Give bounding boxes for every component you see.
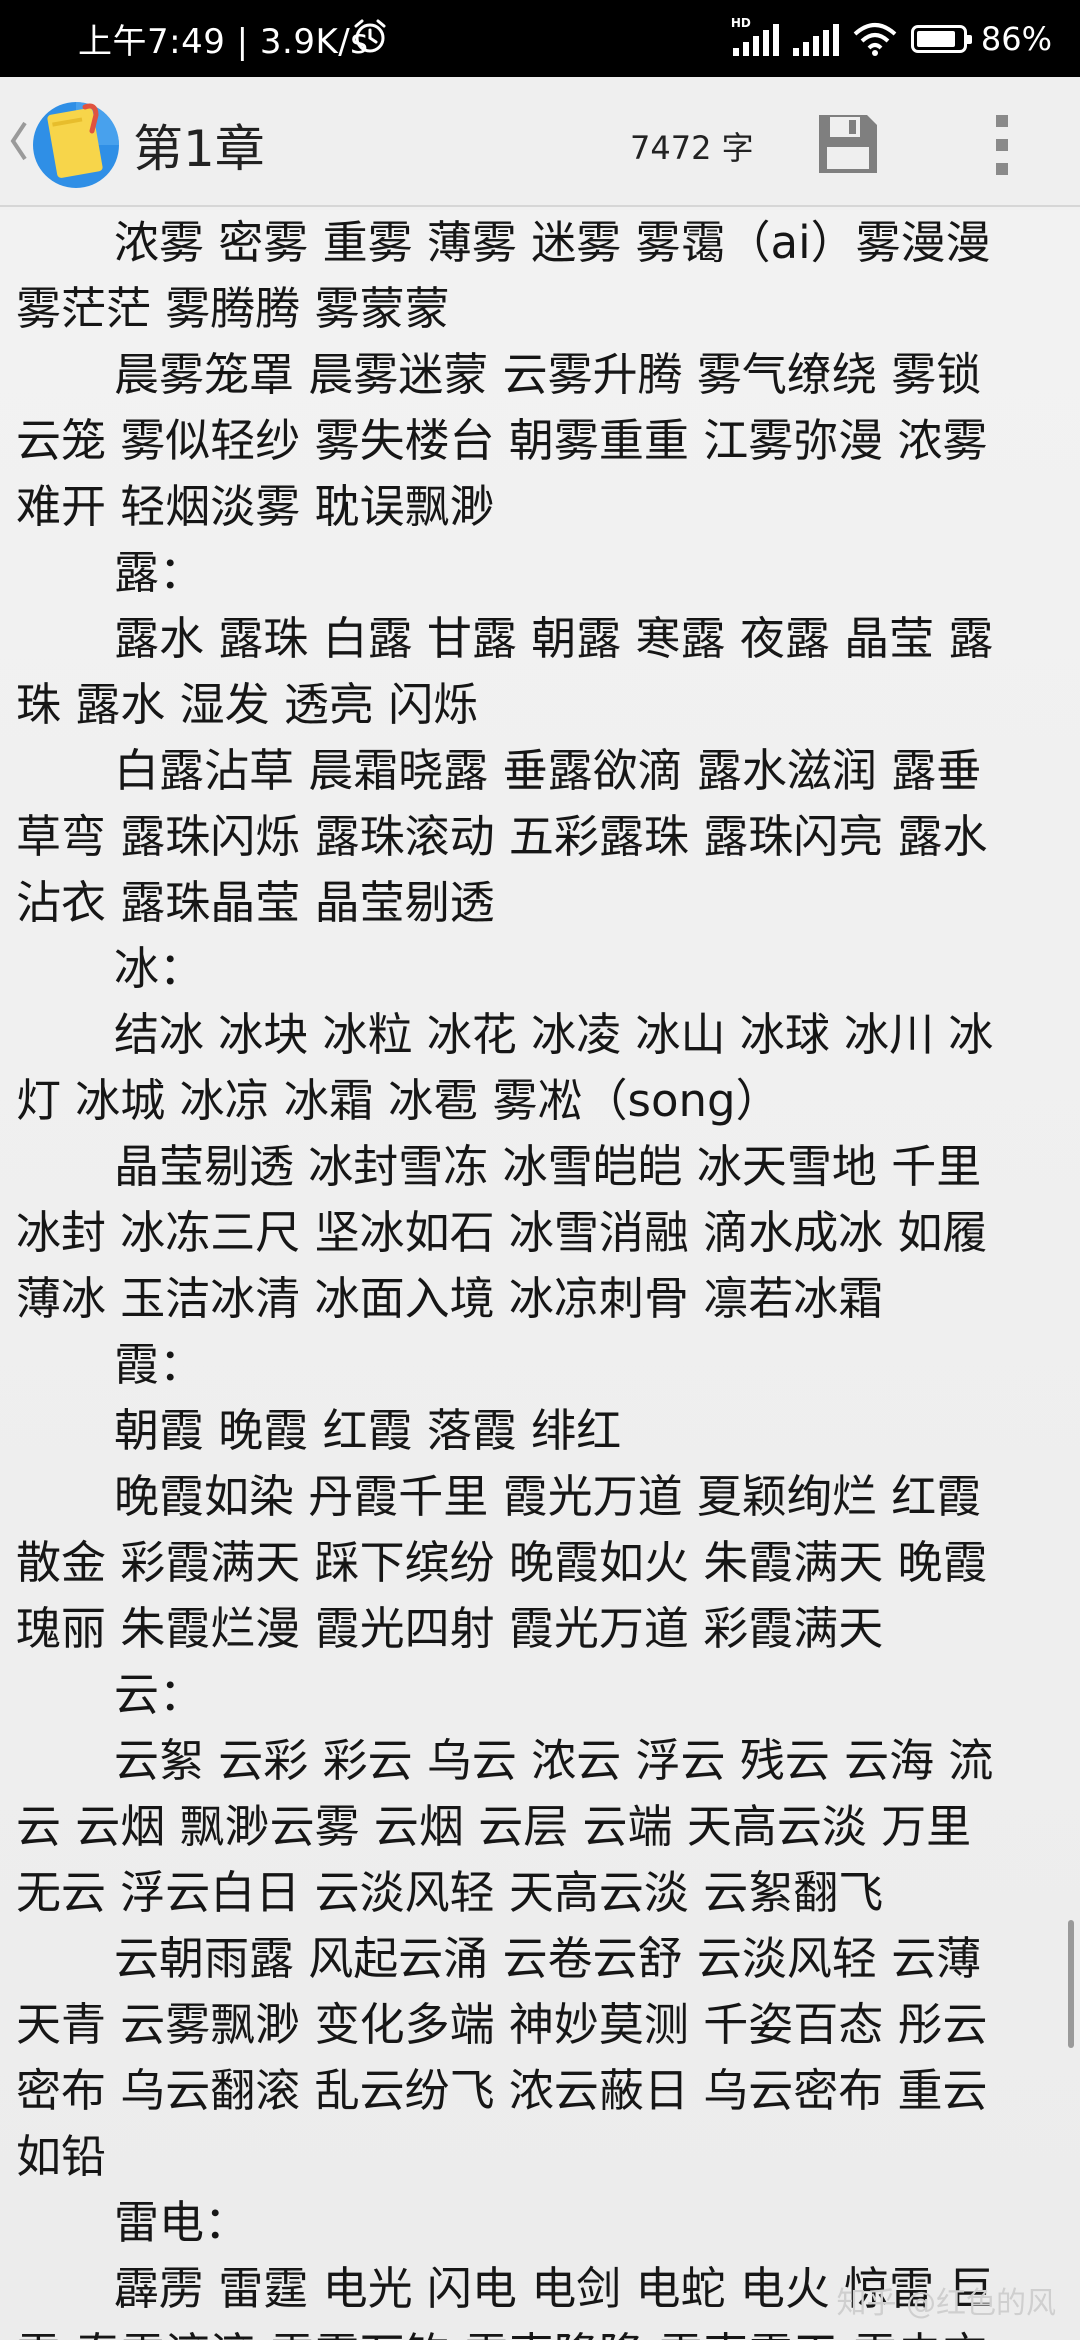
text-line: 露： bbox=[114, 546, 205, 599]
more-vertical-icon[interactable] bbox=[990, 113, 1014, 177]
battery-fill bbox=[916, 31, 955, 47]
text-line: 珠 露水 湿发 透亮 闪烁 bbox=[16, 678, 479, 731]
save-icon[interactable] bbox=[815, 111, 881, 177]
app-toolbar: 第1章 7472 字 bbox=[0, 77, 1080, 207]
text-line: 白露沾草 晨霜晓露 垂露欲滴 露水滋润 露垂 bbox=[114, 744, 982, 797]
text-line: 冰： bbox=[114, 942, 205, 995]
text-line: 冰封 冰冻三尺 坚冰如石 冰雪消融 滴水成冰 如履 bbox=[16, 1206, 988, 1259]
word-count: 7472 字 bbox=[630, 129, 754, 167]
text-line: 灯 冰城 冰凉 冰霜 冰雹 雾凇（song） bbox=[16, 1074, 781, 1127]
battery-icon bbox=[910, 25, 972, 53]
text-line: 草弯 露珠闪烁 露珠滚动 五彩露珠 露珠闪亮 露水 bbox=[16, 810, 988, 863]
text-line: 晨雾笼罩 晨雾迷蒙 云雾升腾 雾气缭绕 雾锁 bbox=[114, 348, 982, 401]
text-line: 云： bbox=[114, 1668, 205, 1721]
text-line: 散金 彩霞满天 踩下缤纷 晚霞如火 朱霞满天 晚霞 bbox=[16, 1536, 988, 1589]
text-line: 晚霞如染 丹霞千里 霞光万道 夏颖绚烂 红霞 bbox=[114, 1470, 982, 1523]
text-line: 云絮 云彩 彩云 乌云 浓云 浮云 残云 云海 流 bbox=[114, 1734, 994, 1787]
wifi-icon bbox=[853, 23, 897, 56]
text-line: 结冰 冰块 冰粒 冰花 冰凌 冰山 冰球 冰川 冰 bbox=[114, 1008, 994, 1061]
text-line: 雷电： bbox=[114, 2196, 250, 2249]
signal-icon bbox=[792, 22, 839, 56]
text-line: 云朝雨露 风起云涌 云卷云舒 云淡风轻 云薄 bbox=[114, 1932, 982, 1985]
text-line: 云 云烟 飘渺云雾 云烟 云层 云端 天高云淡 万里 bbox=[16, 1800, 972, 1853]
text-line: 朝霞 晚霞 红霞 落霞 绯红 bbox=[114, 1404, 622, 1457]
chapter-text-editor[interactable]: 浓雾 密雾 重雾 薄雾 迷雾 雾霭（ai）雾漫漫雾茫茫 雾腾腾 雾蒙蒙晨雾笼罩 … bbox=[0, 210, 1080, 2340]
text-line: 云笼 雾似轻纱 雾失楼台 朝雾重重 江雾弥漫 浓雾 bbox=[16, 414, 988, 467]
status-bar: 上午7:49 | 3.9K/s HD 86% bbox=[0, 0, 1080, 77]
chapter-title[interactable]: 第1章 bbox=[133, 109, 265, 181]
chevron-left-icon[interactable] bbox=[8, 119, 28, 163]
text-line: 霞： bbox=[114, 1338, 205, 1391]
watermark: 知乎 @红色的风 bbox=[836, 2286, 1056, 2321]
text-line: 如铅 bbox=[16, 2130, 107, 2183]
battery-percent: 86% bbox=[980, 20, 1052, 58]
text-line: 晶莹剔透 冰封雪冻 冰雪皑皑 冰天雪地 千里 bbox=[114, 1140, 982, 1193]
text-line: 难开 轻烟淡雾 耽误飘渺 bbox=[16, 480, 495, 533]
alarm-icon bbox=[354, 19, 386, 53]
text-line: 无云 浮云白日 云淡风轻 天高云淡 云絮翻飞 bbox=[16, 1866, 884, 1919]
hd-signal-icon: HD bbox=[731, 16, 779, 56]
text-line: 天青 云雾飘渺 变化多端 神妙莫测 千姿百态 彤云 bbox=[16, 1998, 988, 2051]
text-line: 沾衣 露珠晶莹 晶莹剔透 bbox=[16, 876, 495, 929]
text-line: 露水 露珠 白露 甘露 朝露 寒露 夜露 晶莹 露 bbox=[114, 612, 994, 665]
status-time-speed: 上午7:49 | 3.9K/s bbox=[78, 22, 369, 62]
text-line: 密布 乌云翻滚 乱云纷飞 浓云蔽日 乌云密布 重云 bbox=[16, 2064, 988, 2117]
text-line: 雷 春雷滚滚 雷霆万钧 雷声隆隆 雷声震天 雷电交 bbox=[16, 2322, 1080, 2340]
scrollbar[interactable] bbox=[1068, 1920, 1074, 2048]
text-line: 瑰丽 朱霞烂漫 霞光四射 霞光万道 彩霞满天 bbox=[16, 1602, 884, 1655]
text-lines: 浓雾 密雾 重雾 薄雾 迷雾 雾霭（ai）雾漫漫雾茫茫 雾腾腾 雾蒙蒙晨雾笼罩 … bbox=[0, 210, 1080, 2340]
text-line: 薄冰 玉洁冰清 冰面入境 冰凉刺骨 凛若冰霜 bbox=[16, 1272, 884, 1325]
text-line: 雾茫茫 雾腾腾 雾蒙蒙 bbox=[16, 282, 450, 335]
text-line: 浓雾 密雾 重雾 薄雾 迷雾 雾霭（ai）雾漫漫 bbox=[114, 216, 991, 269]
notebook-icon[interactable] bbox=[30, 99, 122, 189]
